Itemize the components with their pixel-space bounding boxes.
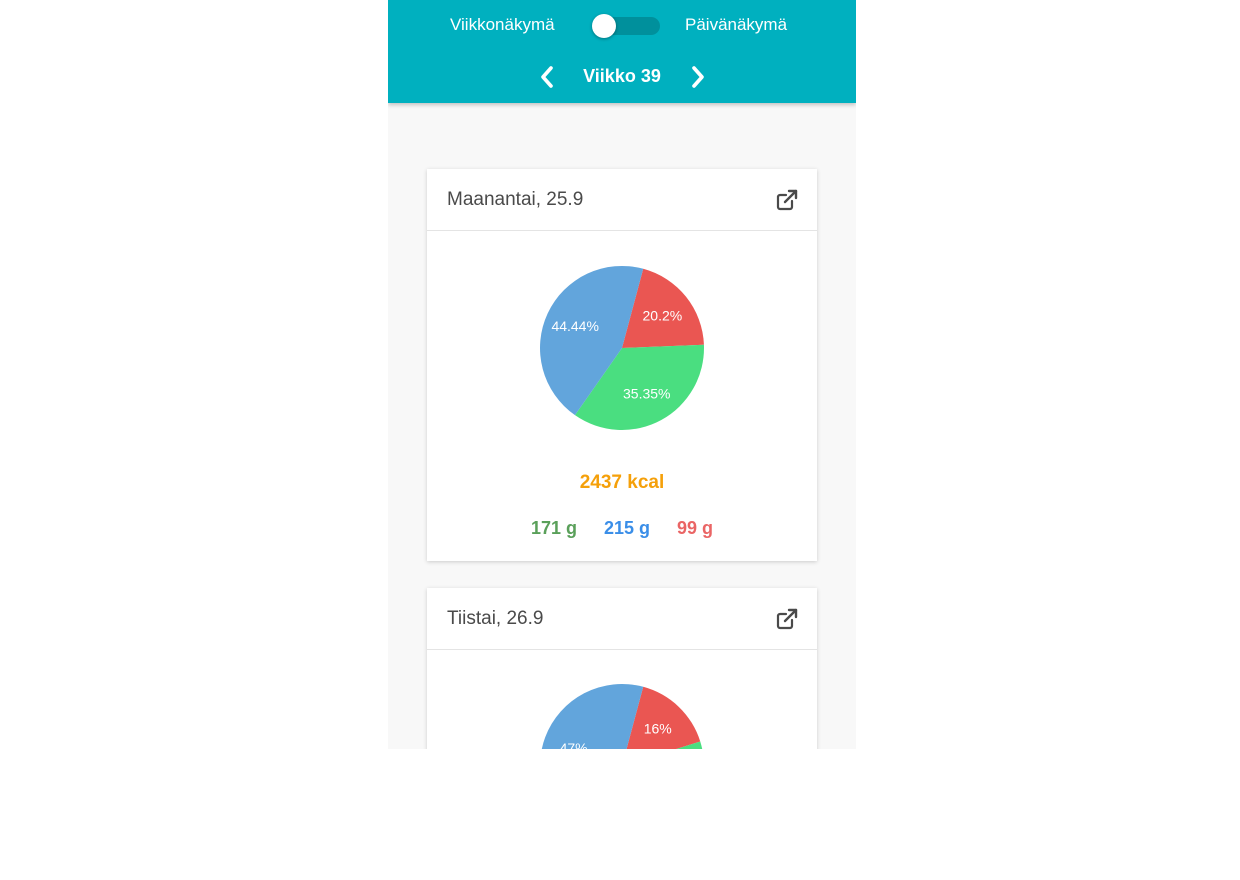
week-title: Viikko 39 (583, 66, 661, 86)
protein-amount: 171 g (530, 518, 577, 538)
macro-pie-chart: 16%37%47% (541, 684, 703, 749)
open-day-button[interactable] (775, 607, 799, 631)
pie-slice-label: 16% (644, 721, 672, 737)
chevron-right-icon (692, 66, 704, 88)
fat-amount: 99 g (677, 518, 714, 538)
top-bar: Viikkonäkymä Päivänäkymä Viikko 39 (388, 0, 856, 103)
day-card-tuesday: Tiistai, 26.9 16% 37% 47% (427, 588, 817, 749)
external-link-icon (776, 189, 798, 211)
next-week-button[interactable] (684, 64, 712, 90)
carbs-amount: 215 g (603, 518, 651, 538)
week-view-label[interactable]: Viikkonäkymä (450, 13, 555, 37)
view-toggle-row: Viikkonäkymä Päivänäkymä (388, 13, 856, 38)
day-card-monday: Maanantai, 25.9 20.2% 35.35% 44.44% 2437 k… (427, 169, 817, 561)
pie-slice-2 (541, 684, 644, 749)
pie-slice-label: 35.35% (623, 385, 670, 401)
card-header: Tiistai, 26.9 (427, 588, 817, 650)
pie-slice-label: 44.44% (551, 318, 598, 334)
view-toggle-switch[interactable] (592, 14, 660, 38)
day-title: Maanantai, 25.9 (447, 189, 584, 210)
pie-slice-label: 47% (560, 740, 588, 749)
external-link-icon (776, 608, 798, 630)
week-navigation: Viikko 39 (388, 62, 856, 90)
macro-pie-chart: 20.2% 35.35% 44.44% (540, 266, 704, 430)
macro-totals: 171 g 215 g 99 g (427, 515, 817, 541)
pie-slice-label: 20.2% (643, 308, 683, 324)
open-day-button[interactable] (775, 188, 799, 212)
app-screen: Viikkonäkymä Päivänäkymä Viikko 39 Maana… (388, 0, 856, 749)
switch-knob[interactable] (592, 14, 616, 38)
day-view-label[interactable]: Päivänäkymä (685, 13, 787, 37)
day-title: Tiistai, 26.9 (447, 608, 544, 629)
card-header: Maanantai, 25.9 (427, 169, 817, 231)
kcal-total: 2437 kcal (579, 472, 665, 493)
